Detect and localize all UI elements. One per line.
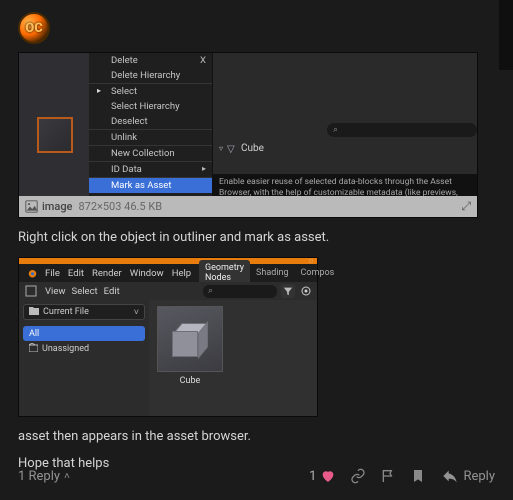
folder-icon bbox=[29, 306, 39, 318]
menu-window: Window bbox=[130, 268, 164, 279]
menu-delete: Delete bbox=[89, 53, 212, 68]
link-icon bbox=[350, 468, 366, 484]
menu-render: Render bbox=[92, 268, 122, 279]
category-all: All bbox=[23, 326, 145, 341]
menu-select-hierarchy: Select Hierarchy bbox=[89, 99, 212, 114]
menu-deselect: Deselect bbox=[89, 114, 212, 130]
asset-thumbnail-cube bbox=[157, 306, 223, 372]
search-icon: ⌕ bbox=[333, 125, 338, 135]
catalog-icon bbox=[29, 343, 38, 355]
window-control-icon bbox=[309, 259, 313, 263]
asset-grid: Cube bbox=[149, 300, 317, 416]
image-caption-bar: image 872×503 46.5 KB ⤢ bbox=[19, 196, 477, 217]
chevron-up-icon: ˄ bbox=[64, 471, 70, 482]
menu-file: File bbox=[45, 268, 60, 279]
mesh-icon: ▽ bbox=[227, 144, 237, 154]
menu-new-collection: New Collection bbox=[89, 146, 212, 162]
menu-delete-hierarchy: Delete Hierarchy bbox=[89, 68, 212, 84]
expand-icon[interactable]: ⤢ bbox=[461, 199, 471, 214]
workspace-tabs: Geometry Nodes Shading Compos bbox=[199, 264, 317, 282]
like-button[interactable]: 1 bbox=[309, 468, 336, 484]
flag-icon bbox=[380, 468, 396, 484]
post-text-1: Right click on the object in outliner an… bbox=[18, 230, 495, 245]
flag-button[interactable] bbox=[380, 468, 396, 484]
adjacent-post-edge bbox=[499, 0, 513, 70]
search-icon: ⌕ bbox=[208, 286, 213, 296]
post-text-2: asset then appears in the asset browser. bbox=[18, 429, 495, 444]
caption-label: image bbox=[42, 200, 72, 213]
menu-id-data: ID Data bbox=[89, 162, 212, 178]
asset-sidebar: Current File All Unassigned bbox=[19, 300, 149, 416]
menu-select: Select bbox=[89, 84, 212, 99]
caption-dims: 872×503 46.5 KB bbox=[78, 200, 162, 213]
reply-label: Reply bbox=[463, 469, 495, 484]
screenshot-asset-browser[interactable]: File Edit Render Window Help Geometry No… bbox=[18, 257, 318, 417]
like-count: 1 bbox=[309, 469, 316, 484]
chevron-down-icon: ▿ bbox=[219, 144, 223, 153]
viewport-region bbox=[19, 53, 89, 199]
header-view: View bbox=[45, 286, 66, 297]
menu-mark-as-asset: Mark as Asset bbox=[89, 178, 212, 193]
filter-icon bbox=[281, 284, 295, 298]
bookmark-icon bbox=[410, 468, 426, 484]
tab-shading: Shading bbox=[250, 265, 294, 281]
asset-thumbnail-label: Cube bbox=[157, 376, 223, 386]
outliner-item-label: Cube bbox=[241, 143, 264, 154]
outliner-search: ⌕ bbox=[327, 123, 477, 137]
share-link-button[interactable] bbox=[350, 468, 366, 484]
screenshot-context-menu[interactable]: Delete Delete Hierarchy Select Select Hi… bbox=[18, 52, 478, 218]
post-actions: 1 Reply ˄ 1 Reply bbox=[18, 468, 495, 484]
image-icon bbox=[25, 200, 38, 213]
reply-button[interactable]: Reply bbox=[442, 468, 495, 484]
tab-compositing: Compos bbox=[295, 265, 341, 281]
replies-count-label: 1 Reply bbox=[18, 469, 60, 484]
asset-search: ⌕ bbox=[203, 285, 277, 298]
outliner-region: ⌕ ▿ ▽ Cube Enable easier reuse of select… bbox=[213, 53, 477, 199]
asset-library-label: Current File bbox=[43, 307, 89, 317]
menu-edit: Edit bbox=[68, 268, 84, 279]
settings-icon bbox=[299, 284, 313, 298]
cube-preview-icon bbox=[172, 323, 208, 359]
category-unassigned: Unassigned bbox=[23, 341, 145, 356]
header-select: Select bbox=[72, 286, 98, 297]
header-edit: Edit bbox=[104, 286, 120, 297]
selected-cube-icon bbox=[37, 117, 73, 153]
context-menu: Delete Delete Hierarchy Select Select Hi… bbox=[89, 53, 213, 218]
asset-library-dropdown: Current File bbox=[23, 304, 145, 320]
avatar[interactable]: OC bbox=[18, 12, 50, 44]
asset-toolbar: ⌕ bbox=[199, 282, 317, 300]
replies-toggle[interactable]: 1 Reply ˄ bbox=[18, 469, 70, 484]
menu-unlink: Unlink bbox=[89, 130, 212, 146]
editor-type-icon bbox=[25, 285, 39, 297]
outliner-item-cube: ▿ ▽ Cube bbox=[213, 141, 270, 156]
category-unassigned-label: Unassigned bbox=[42, 344, 89, 354]
blender-icon bbox=[25, 267, 37, 279]
heart-icon bbox=[320, 468, 336, 484]
reply-arrow-icon bbox=[442, 468, 458, 484]
menu-help: Help bbox=[172, 268, 191, 279]
bookmark-button[interactable] bbox=[410, 468, 426, 484]
